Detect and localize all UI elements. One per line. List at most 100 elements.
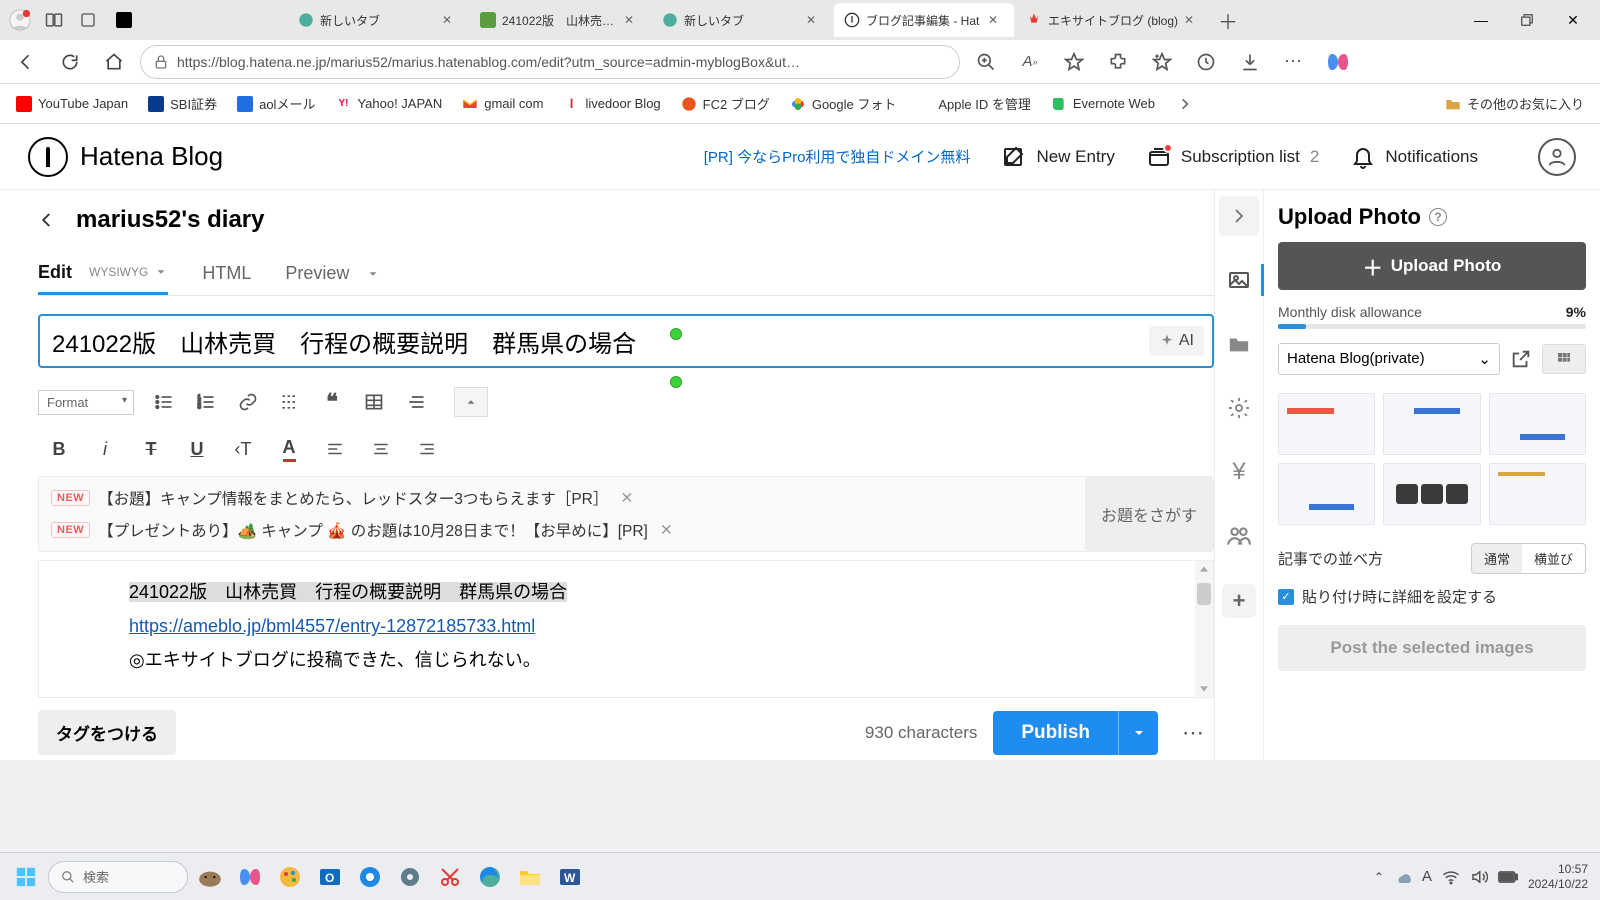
upload-photo-button[interactable]: ＋Upload Photo xyxy=(1278,242,1586,290)
collapse-panel-button[interactable] xyxy=(1219,196,1259,236)
post-title-input[interactable]: AI xyxy=(38,314,1214,368)
thumb-1[interactable] xyxy=(1278,393,1375,455)
align-left-icon[interactable] xyxy=(322,440,348,458)
notice-2[interactable]: NEW【プレゼントあり】🏕️ キャンプ 🎪 のお題は10月28日まで！【お早めに… xyxy=(51,519,1073,541)
collapse-toolbar-button[interactable] xyxy=(454,387,488,417)
taskbar-explorer[interactable] xyxy=(512,859,548,895)
favorite-icon[interactable] xyxy=(1056,44,1092,80)
tab-actions-icon[interactable] xyxy=(72,4,104,36)
strike-button[interactable]: T xyxy=(138,439,164,460)
bookmark-googlephotos[interactable]: Google フォト xyxy=(782,90,905,117)
bookmark-aol[interactable]: aolメール xyxy=(229,90,323,117)
notifications-button[interactable]: Notifications xyxy=(1351,145,1478,169)
thumb-2[interactable] xyxy=(1383,393,1480,455)
taskbar-app-1[interactable] xyxy=(192,859,228,895)
italic-button[interactable]: i xyxy=(92,439,118,460)
rail-photo-icon[interactable] xyxy=(1219,260,1259,300)
align-center-icon[interactable] xyxy=(368,440,394,458)
close-icon[interactable]: ✕ xyxy=(620,489,633,508)
format-select[interactable]: Format xyxy=(38,390,134,415)
close-icon[interactable]: ✕ xyxy=(660,521,673,540)
site-logo[interactable]: Hatena Blog xyxy=(28,137,223,177)
post-images-button[interactable]: Post the selected images xyxy=(1278,625,1586,671)
table-icon[interactable] xyxy=(362,390,386,414)
profile-icon[interactable] xyxy=(4,4,36,36)
new-entry-button[interactable]: New Entry xyxy=(1002,145,1114,169)
publish-button[interactable]: Publish xyxy=(993,711,1158,755)
close-icon[interactable]: ✕ xyxy=(624,13,640,27)
close-window-button[interactable]: ✕ xyxy=(1550,3,1596,37)
tray-wifi-icon[interactable] xyxy=(1442,868,1460,886)
bookmark-fc2[interactable]: FC2 ブログ xyxy=(673,90,778,117)
bookmark-yahoo[interactable]: Y!Yahoo! JAPAN xyxy=(327,92,450,116)
grid-view-button[interactable] xyxy=(1542,344,1586,374)
downloads-icon[interactable] xyxy=(1232,44,1268,80)
tab-hatena-edit[interactable]: ブログ記事編集 - Hat✕ xyxy=(834,3,1014,37)
selection-handle-top[interactable] xyxy=(670,328,682,340)
scroll-up-icon[interactable] xyxy=(1195,561,1213,577)
tray-onedrive-icon[interactable] xyxy=(1394,868,1412,886)
blockquote-icon[interactable]: ❝ xyxy=(320,390,344,414)
taskbar-edge[interactable] xyxy=(472,859,508,895)
bookmark-livedoor[interactable]: llivedoor Blog xyxy=(556,92,669,116)
fontsize-button[interactable]: ‹T xyxy=(230,439,256,460)
new-tab-button[interactable]: ＋ xyxy=(1212,4,1244,36)
bookmark-sbi[interactable]: SBI証券 xyxy=(140,90,225,117)
breadcrumb[interactable]: marius52's diary xyxy=(38,206,1214,234)
content-editor[interactable]: 241022版 山林売買 行程の概要説明 群馬県の場合 https://ameb… xyxy=(38,560,1214,698)
arrange-normal[interactable]: 通常 xyxy=(1472,544,1522,573)
maximize-button[interactable] xyxy=(1504,3,1550,37)
align-right-icon[interactable] xyxy=(414,440,440,458)
bold-button[interactable]: B xyxy=(46,439,72,460)
help-icon[interactable]: ? xyxy=(1429,208,1447,226)
bookmarks-overflow-icon[interactable] xyxy=(1171,97,1199,111)
back-button[interactable] xyxy=(8,44,44,80)
history-icon[interactable] xyxy=(1188,44,1224,80)
notice-1[interactable]: NEW【お題】キャンプ情報をまとめたら、レッドスター3つもらえます［PR］✕ xyxy=(51,487,1073,509)
readmore-icon[interactable] xyxy=(278,390,302,414)
collections-icon[interactable] xyxy=(1144,44,1180,80)
publish-dropdown[interactable] xyxy=(1118,711,1158,755)
thumb-3[interactable] xyxy=(1489,393,1586,455)
subscription-list-button[interactable]: Subscription list 2 xyxy=(1147,145,1320,169)
more-options-button[interactable]: ⋯ xyxy=(1174,720,1214,746)
extensions-icon[interactable] xyxy=(1100,44,1136,80)
scroll-down-icon[interactable] xyxy=(1195,681,1213,697)
tab-x[interactable] xyxy=(106,3,286,37)
close-icon[interactable]: ✕ xyxy=(442,13,458,27)
ai-button[interactable]: AI xyxy=(1149,326,1204,356)
thumb-6[interactable] xyxy=(1489,463,1586,525)
taskbar-copilot[interactable] xyxy=(232,859,268,895)
close-icon[interactable]: ✕ xyxy=(1184,13,1200,27)
tab-html[interactable]: HTML xyxy=(202,252,251,295)
thumb-4[interactable] xyxy=(1278,463,1375,525)
bookmark-gmail[interactable]: gmail com xyxy=(454,92,551,116)
taskbar-snip[interactable] xyxy=(432,859,468,895)
tray-volume-icon[interactable] xyxy=(1470,868,1488,886)
rail-category-icon[interactable] xyxy=(1219,324,1259,364)
start-button[interactable] xyxy=(8,859,44,895)
promo-link[interactable]: [PR] 今ならPro利用で独自ドメイン無料 xyxy=(704,146,971,167)
text-color-button[interactable]: A xyxy=(276,437,302,462)
url-input[interactable]: https://blog.hatena.ne.jp/marius52/mariu… xyxy=(140,45,960,79)
rail-add-button[interactable]: + xyxy=(1222,584,1256,618)
rail-settings-icon[interactable] xyxy=(1219,388,1259,428)
tab-edit[interactable]: Edit WYSIWYG xyxy=(38,252,168,295)
other-bookmarks[interactable]: その他のお気に入り xyxy=(1445,94,1592,113)
ordered-list-icon[interactable]: 123 xyxy=(194,390,218,414)
taskbar-gear[interactable] xyxy=(392,859,428,895)
find-topics-button[interactable]: お題をさがす xyxy=(1085,477,1213,551)
more-icon[interactable]: ⋯ xyxy=(1276,44,1312,80)
content-link[interactable]: https://ameblo.jp/bml4557/entry-12872185… xyxy=(129,616,535,636)
taskbar-word[interactable]: W xyxy=(552,859,588,895)
external-link-icon[interactable] xyxy=(1510,348,1532,370)
read-aloud-icon[interactable]: A» xyxy=(1012,44,1048,80)
bookmark-youtube[interactable]: YouTube Japan xyxy=(8,92,136,116)
paste-detail-checkbox[interactable]: ✓貼り付け時に詳細を設定する xyxy=(1278,586,1586,607)
minimize-button[interactable]: ― xyxy=(1458,3,1504,37)
refresh-button[interactable] xyxy=(52,44,88,80)
rail-yen-icon[interactable]: ¥ xyxy=(1219,452,1259,492)
tray-ime[interactable]: A xyxy=(1422,868,1432,885)
home-button[interactable] xyxy=(96,44,132,80)
tray-chevron-icon[interactable]: ⌃ xyxy=(1374,870,1384,884)
